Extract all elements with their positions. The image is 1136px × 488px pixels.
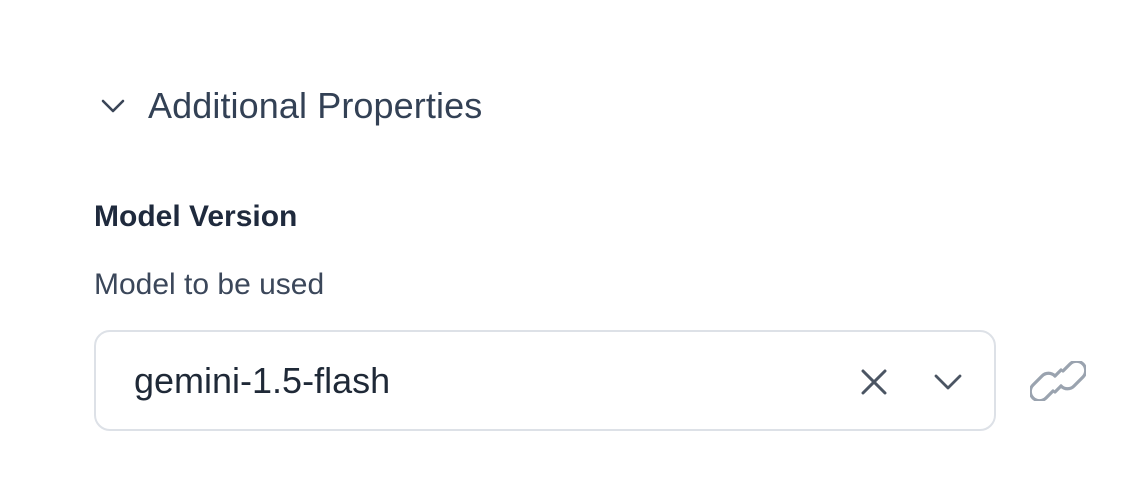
close-icon bbox=[861, 369, 887, 395]
section-title: Additional Properties bbox=[148, 85, 483, 126]
model-version-select[interactable]: gemini-1.5-flash bbox=[94, 330, 996, 431]
model-version-label: Model Version bbox=[94, 200, 298, 233]
model-version-help-text: Model to be used bbox=[94, 268, 325, 301]
clear-selection-button[interactable] bbox=[852, 360, 896, 404]
selected-model-value: gemini-1.5-flash bbox=[134, 359, 391, 401]
link-field-button[interactable] bbox=[1026, 356, 1090, 406]
open-dropdown-button[interactable] bbox=[926, 360, 970, 404]
chevron-down-icon bbox=[934, 374, 962, 390]
additional-properties-header[interactable]: Additional Properties bbox=[96, 80, 482, 132]
chevron-down-icon[interactable] bbox=[96, 89, 130, 123]
link-icon bbox=[1030, 361, 1086, 401]
